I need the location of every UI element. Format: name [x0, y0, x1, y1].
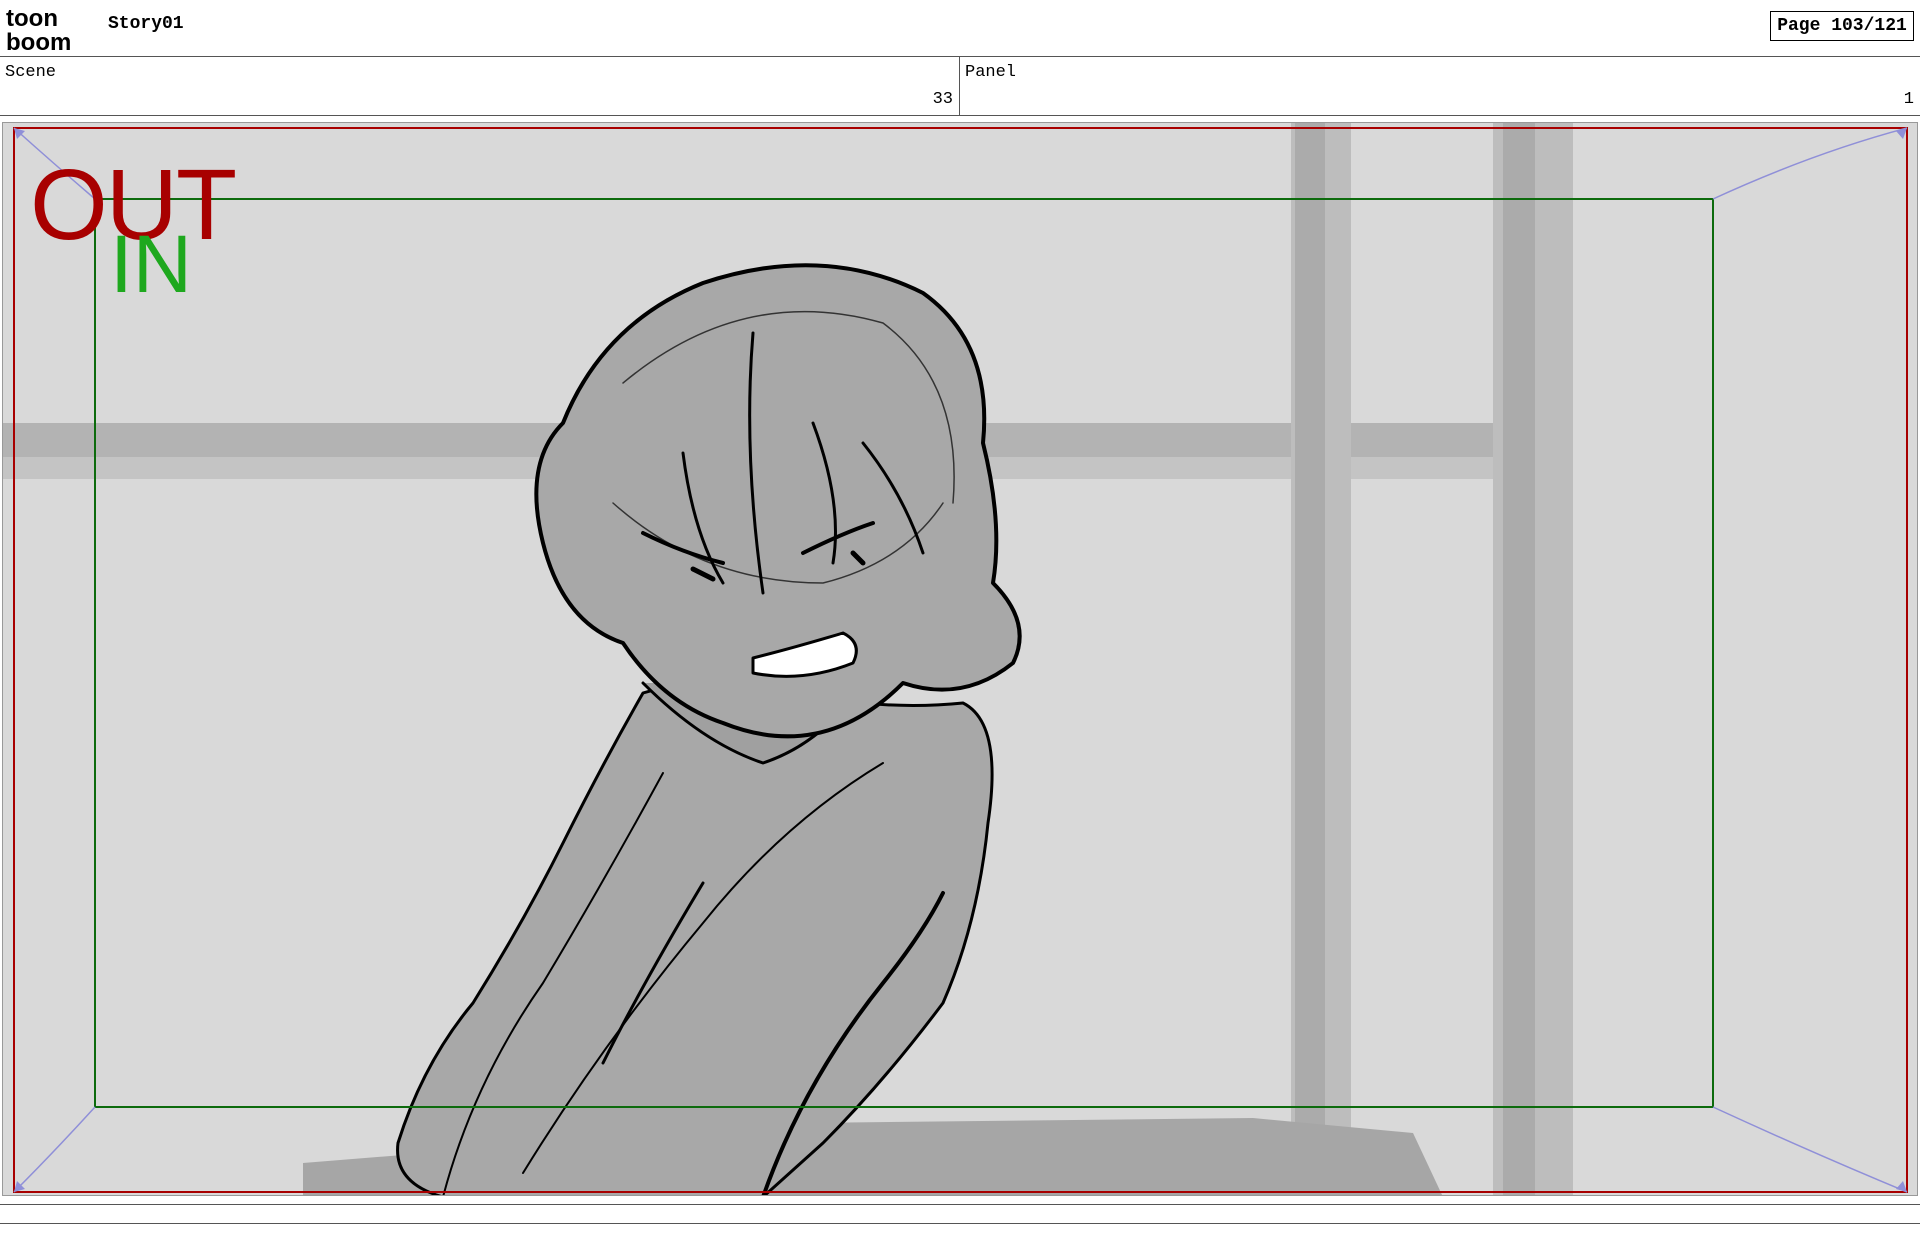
info-row: Scene 33 Panel 1 — [0, 56, 1920, 116]
storyboard-panel-frame — [2, 122, 1918, 1196]
character-sketch — [396, 263, 1022, 1195]
panel-label: Panel — [965, 63, 1017, 82]
scene-field: Scene 33 — [0, 57, 960, 115]
panel-drawing — [3, 123, 1908, 1195]
scene-value: 33 — [932, 90, 953, 109]
scene-label: Scene — [5, 63, 57, 82]
in-frame-label: IN — [110, 219, 192, 310]
logo-text-bottom: boom — [6, 29, 71, 52]
caption-box — [0, 1204, 1920, 1224]
window-post-left-shade — [1295, 123, 1325, 1195]
logo-text-top: toon — [6, 5, 58, 32]
page-indicator: Page 103/121 — [1770, 11, 1914, 41]
window-post-right-shade — [1503, 123, 1535, 1195]
panel-field: Panel 1 — [960, 57, 1920, 115]
panel-value: 1 — [1903, 90, 1914, 109]
toon-boom-logo: toon boom — [6, 5, 71, 52]
project-title: Story01 — [108, 14, 184, 34]
character-body — [396, 680, 994, 1195]
